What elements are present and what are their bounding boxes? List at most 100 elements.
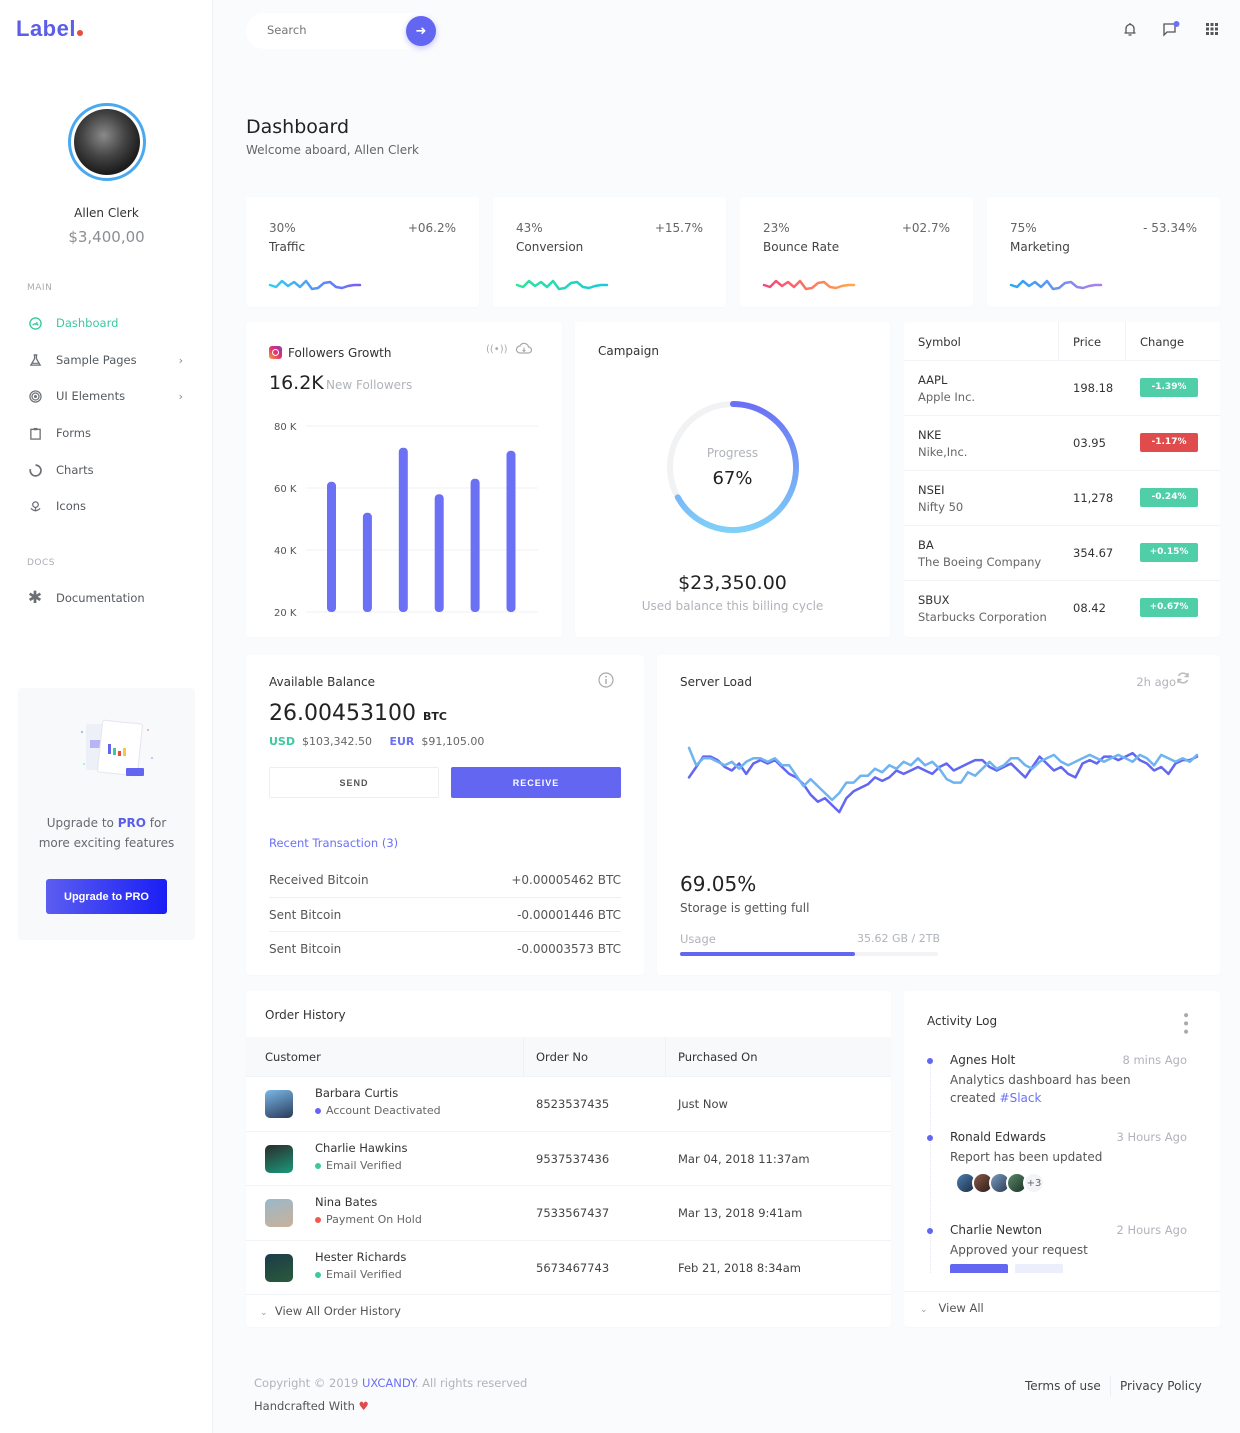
sidebar-item-documentation[interactable]: ✱ Documentation <box>27 587 187 609</box>
campaign-amount-label: Used balance this billing cycle <box>641 599 824 613</box>
instagram-icon <box>269 346 282 359</box>
user-name: Allen Clerk <box>74 206 139 220</box>
customer-name: Barbara Curtis <box>315 1086 399 1100</box>
brand-dot <box>76 30 83 36</box>
search-input[interactable] <box>267 23 397 37</box>
approve-button[interactable] <box>950 1264 1008 1273</box>
sidebar-item-ui-elements[interactable]: UI Elements › <box>27 385 187 407</box>
notifications-button[interactable] <box>1121 20 1139 38</box>
cloud-download-icon[interactable] <box>515 342 533 358</box>
order-row[interactable]: Nina Bates Payment On Hold 7533567437 Mar 1… <box>246 1185 891 1239</box>
sidebar-item-icons[interactable]: Icons <box>27 495 187 517</box>
messages-button[interactable] <box>1162 20 1180 38</box>
sidebar: Label Allen Clerk $3,400,00 MAIN Dashboa… <box>0 0 213 1433</box>
stock-row[interactable]: SBUX Starbucks Corporation 08.42 +0.67% <box>904 580 1220 635</box>
info-icon[interactable] <box>598 672 614 691</box>
y-tick-label: 80 K <box>274 422 297 433</box>
stock-row[interactable]: BA The Boeing Company 354.67 +0.15% <box>904 525 1220 580</box>
activity-item: Charlie Newton 2 Hours Ago Approved your… <box>927 1223 1187 1273</box>
recent-transactions-link[interactable]: Recent Transaction (3) <box>269 836 398 850</box>
col-header-symbol: Symbol <box>918 335 961 349</box>
order-row[interactable]: Charlie Hawkins Email Verified 9537537436 M… <box>246 1130 891 1185</box>
activity-name: Ronald Edwards <box>950 1130 1046 1144</box>
stat-card-bounce-rate: 23% +02.7% Bounce Rate <box>740 197 973 307</box>
status-dot <box>315 1162 321 1169</box>
customer-status: Account Deactivated <box>315 1104 441 1117</box>
stock-change: +0.67% <box>1140 598 1198 617</box>
status-dot <box>315 1108 321 1114</box>
line-series-2 <box>687 746 1199 802</box>
customer-avatar <box>265 1090 293 1118</box>
transaction-row: Received Bitcoin +0.00005462 BTC <box>269 863 621 897</box>
balance-title: Available Balance <box>269 675 375 689</box>
more-options-icon[interactable]: ••• <box>1177 1011 1193 1036</box>
clipboard-icon <box>27 425 43 441</box>
stat-card-traffic: 30% +06.2% Traffic <box>246 197 479 307</box>
view-all-orders-label: View All Order History <box>274 1304 401 1318</box>
order-header-row: Customer Order No Purchased On <box>246 1037 891 1076</box>
campaign-amount: $23,350.00 <box>678 572 787 594</box>
refresh-icon[interactable] <box>1176 671 1190 688</box>
brand-logo[interactable]: Label <box>16 16 83 42</box>
view-all-orders-link[interactable]: ⌄ View All Order History <box>260 1304 401 1318</box>
stock-symbol: AAPL <box>918 373 948 387</box>
bar[interactable] <box>398 447 408 612</box>
usd-label: USD <box>269 735 295 748</box>
bar[interactable] <box>470 478 480 612</box>
stock-row[interactable]: NKE Nike,Inc. 03.95 -1.17% <box>904 415 1220 470</box>
server-updated: 2h ago <box>1136 675 1176 689</box>
bar[interactable] <box>434 494 444 612</box>
upgrade-to-pro-button[interactable]: Upgrade to PRO <box>46 879 167 914</box>
apps-button[interactable] <box>1203 20 1221 38</box>
chevron-right-icon: › <box>178 353 183 367</box>
sparkline-path <box>1009 279 1103 291</box>
sidebar-item-dashboard[interactable]: Dashboard <box>27 312 187 334</box>
sidebar-item-label: UI Elements <box>56 389 126 403</box>
send-button[interactable]: SEND <box>269 767 439 798</box>
change-badge: -0.24% <box>1140 488 1198 507</box>
privacy-policy-link[interactable]: Privacy Policy <box>1120 1379 1202 1393</box>
status-text: Email Verified <box>326 1158 402 1172</box>
receive-button[interactable]: RECEIVE <box>451 767 621 798</box>
bar[interactable] <box>506 450 516 612</box>
stock-name: Starbucks Corporation <box>918 610 1047 624</box>
sparkline-path <box>268 279 362 291</box>
broadcast-icon[interactable]: ((•)) <box>486 344 508 355</box>
stat-change: +02.7% <box>901 221 950 235</box>
usage-progress-track <box>680 952 938 956</box>
balance-unit: BTC <box>422 710 447 723</box>
user-balance: $3,400,00 <box>68 228 145 246</box>
handcrafted-text: Handcrafted With <box>254 1399 355 1413</box>
arrow-right-icon: ➜ <box>415 23 427 39</box>
progress-arc <box>674 401 799 533</box>
usage-label: Usage <box>680 932 716 946</box>
bar[interactable] <box>362 512 372 612</box>
bar[interactable] <box>327 481 336 612</box>
stock-row[interactable]: AAPL Apple Inc. 198.18 -1.39% <box>904 360 1220 415</box>
activity-tag-link[interactable]: #Slack <box>1000 1091 1042 1105</box>
user-avatar[interactable] <box>68 103 146 181</box>
view-all-activity-link[interactable]: ⌄ View All <box>920 1301 984 1315</box>
eur-value: $91,105.00 <box>421 735 485 748</box>
search-submit-button[interactable]: ➜ <box>406 16 436 46</box>
sidebar-item-sample-pages[interactable]: Sample Pages › <box>27 349 187 371</box>
stock-row[interactable]: NSEI Nifty 50 11,278 -0.24% <box>904 470 1220 525</box>
sidebar-item-forms[interactable]: Forms <box>27 422 187 444</box>
sidebar-item-label: Dashboard <box>56 316 119 330</box>
stock-symbol: SBUX <box>918 593 950 607</box>
sidebar-item-label: Documentation <box>56 591 145 605</box>
copyright-brand-link[interactable]: UXCANDY <box>362 1376 415 1390</box>
order-row[interactable]: Hester Richards Email Verified 5673467743 F… <box>246 1239 891 1294</box>
sparkline-path <box>515 279 609 291</box>
activity-time: 2 Hours Ago <box>1116 1223 1187 1237</box>
dashboard-gauge-icon <box>27 315 43 331</box>
stat-label: Traffic <box>269 240 306 254</box>
reject-button[interactable] <box>1015 1264 1063 1273</box>
activity-bullet <box>927 1228 933 1234</box>
purchase-date: Just Now <box>678 1097 728 1111</box>
order-row[interactable]: Barbara Curtis Account Deactivated 8523537… <box>246 1076 891 1130</box>
sidebar-item-charts[interactable]: Charts <box>27 459 187 481</box>
bell-icon <box>1124 22 1136 36</box>
more-avatars-count[interactable]: +3 <box>1023 1172 1045 1194</box>
terms-of-use-link[interactable]: Terms of use <box>1025 1379 1101 1393</box>
